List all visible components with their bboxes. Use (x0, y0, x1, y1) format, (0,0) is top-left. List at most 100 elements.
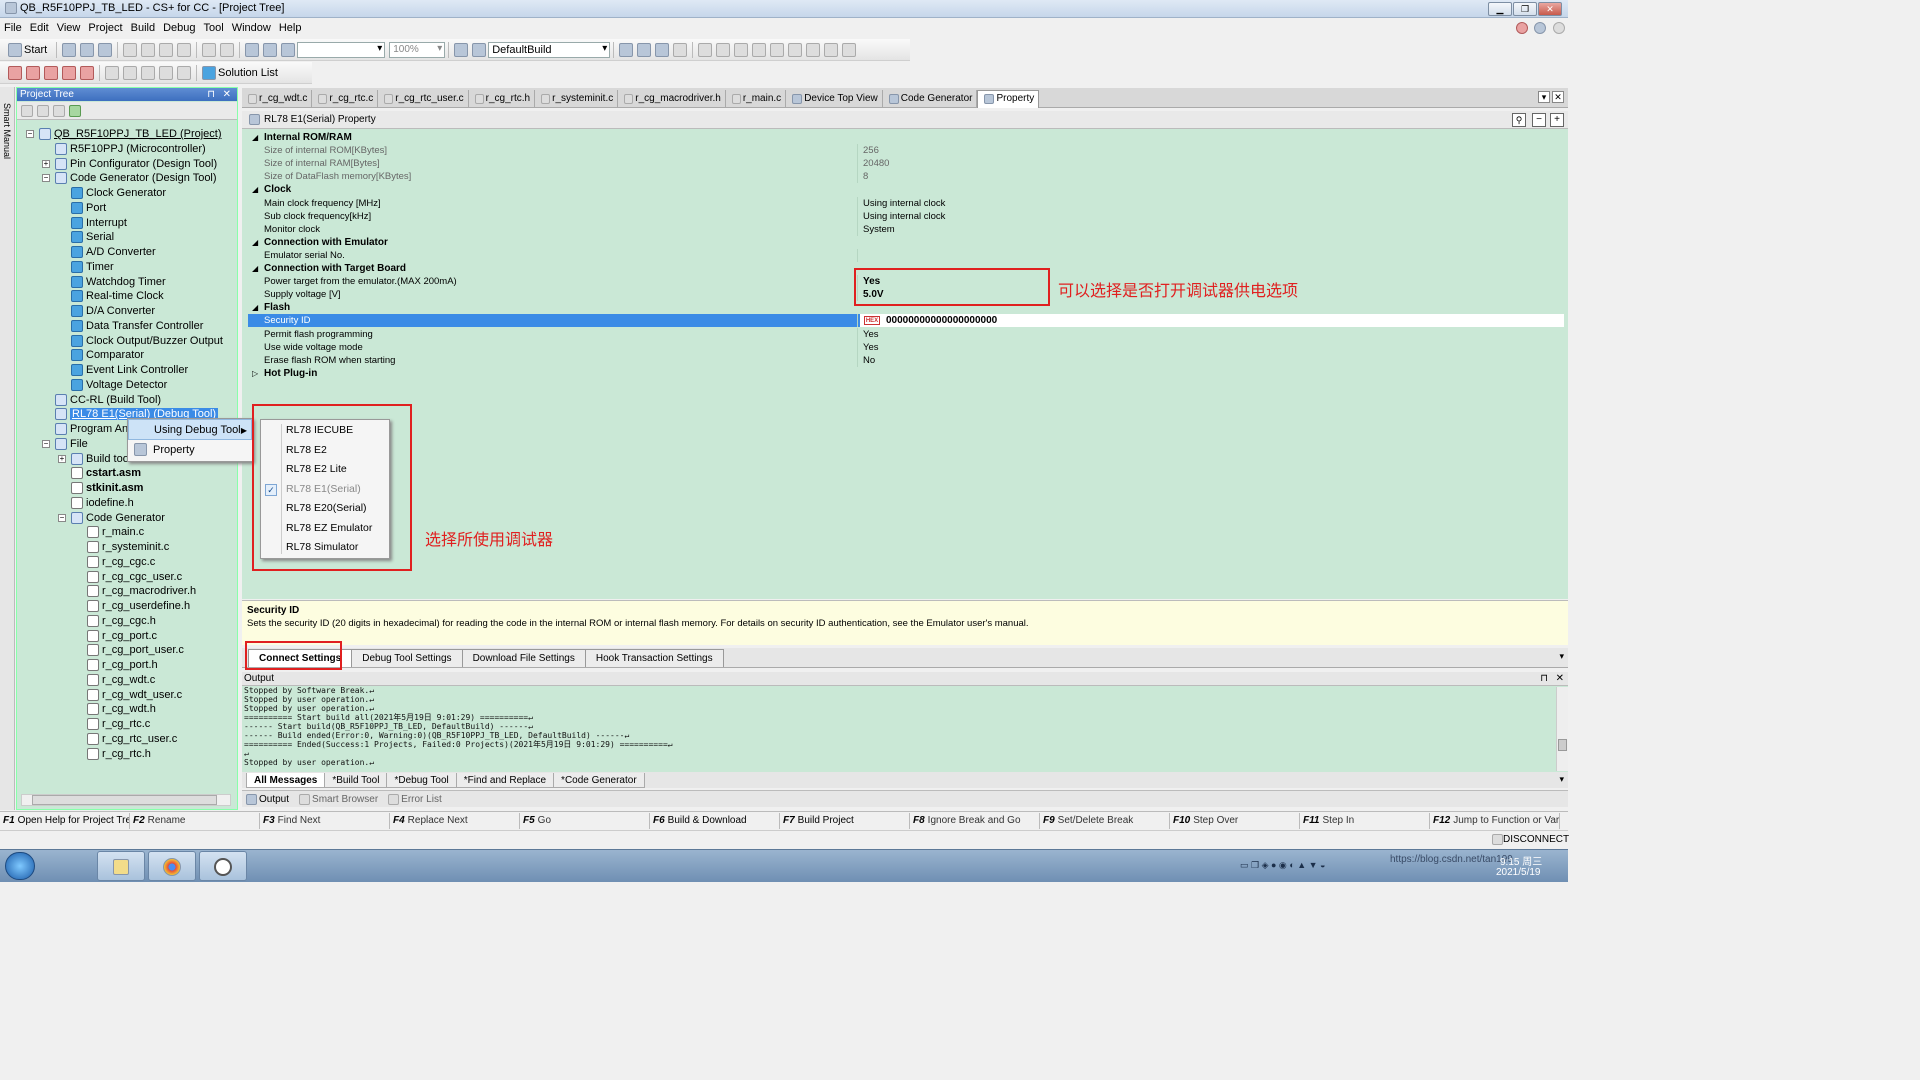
tree-node[interactable]: r_cg_port_user.c (87, 643, 184, 657)
property-row[interactable]: Main clock frequency [MHz] Using internal… (248, 196, 1564, 210)
property-value[interactable]: Yes (863, 341, 879, 354)
notification-icon[interactable] (1516, 22, 1528, 34)
tab-r-systeminit-c[interactable]: r_systeminit.c (535, 89, 619, 108)
tab-r-cg-rtc-c[interactable]: r_cg_rtc.c (312, 89, 379, 108)
cut-icon[interactable] (123, 42, 138, 57)
collapse-all-icon[interactable]: − (1532, 113, 1546, 127)
tree-node[interactable]: stkinit.asm (71, 481, 143, 495)
tree-node[interactable]: r_cg_cgc.h (87, 614, 156, 628)
tree-node[interactable]: Build too (71, 452, 129, 466)
tree-node[interactable]: Event Link Controller (71, 363, 188, 377)
pin-icon[interactable]: ⊓ (207, 88, 215, 101)
return-out-icon[interactable] (788, 42, 803, 57)
disconnect-icon[interactable] (806, 42, 821, 57)
close-panel-icon[interactable]: ✕ (1556, 672, 1564, 686)
function-key-button[interactable]: F12Jump to Function or Varia.. (1430, 812, 1560, 829)
tree-node[interactable]: r_systeminit.c (87, 540, 169, 554)
tree-node[interactable]: r_cg_wdt_user.c (87, 688, 182, 702)
function-key-button[interactable]: F8 Ignore Break and Go (910, 812, 1040, 829)
minimize-button[interactable]: ▁ (1488, 2, 1512, 16)
tray-icons[interactable]: ▭ ❐ ◈ ● ◉ ◐ ▲ ▼ ◒ (1240, 860, 1325, 871)
bookmark-prev-icon[interactable] (26, 65, 40, 80)
tree-node[interactable]: Timer (71, 260, 114, 274)
bookmark-next-icon[interactable] (44, 65, 58, 80)
tab-code-generator[interactable]: Code Generator (883, 89, 978, 108)
function-key-button[interactable]: F6 Build & Download (650, 812, 780, 829)
tree-node[interactable]: r_cg_port.c (87, 629, 157, 643)
tree-node[interactable]: Code Generator (71, 511, 165, 525)
tree-node[interactable]: Watchdog Timer (71, 275, 166, 289)
function-key-button[interactable]: F1 Open Help for Project Tre.. (0, 812, 130, 829)
zoom-combo[interactable]: 100% (389, 41, 446, 58)
tree-expander-icon[interactable]: − (42, 439, 50, 448)
function-key-button[interactable]: F4 Replace Next (390, 812, 520, 829)
tree-node[interactable]: r_cg_wdt.c (87, 673, 155, 687)
tab-download-file-settings[interactable]: Download File Settings (461, 648, 586, 667)
settings-icon[interactable] (1553, 22, 1565, 34)
tree-node[interactable]: Real-time Clock (71, 289, 164, 303)
member-icon[interactable] (53, 104, 65, 117)
menu-view[interactable]: View (57, 19, 81, 38)
search-icon[interactable]: ⚲ (1512, 113, 1526, 127)
tab-list-icon[interactable]: ▾ (1538, 91, 1550, 103)
property-row[interactable]: Use wide voltage mode Yes (248, 340, 1564, 354)
property-value[interactable]: Using internal clock (863, 210, 945, 223)
bookmark-list-icon[interactable] (80, 65, 94, 80)
reset-icon[interactable] (673, 42, 688, 57)
connect-icon[interactable] (824, 42, 839, 57)
tree-node[interactable]: r_cg_cgc.c (87, 555, 155, 569)
layout-icon[interactable] (177, 65, 191, 80)
save-icon[interactable] (80, 42, 95, 57)
clock-date[interactable]: 2021/5/19 (1496, 867, 1541, 878)
function-key-button[interactable]: F5 Go (520, 812, 650, 829)
bookmark-clear-icon[interactable] (62, 65, 76, 80)
tree-node[interactable]: Comparator (71, 348, 144, 362)
step-in-icon[interactable] (752, 42, 767, 57)
tab-r-cg-wdt-c[interactable]: r_cg_wdt.c (242, 89, 313, 108)
property-row[interactable]: Size of internal ROM[KBytes] 256 (248, 144, 1564, 158)
tabs-dropdown-icon[interactable]: ▾ (1559, 651, 1564, 662)
property-category[interactable]: ◢ Clock (248, 183, 1564, 196)
function-key-button[interactable]: F2 Rename (130, 812, 260, 829)
property-value[interactable]: 00000000000000000000 (860, 314, 1564, 328)
search-combo[interactable] (297, 41, 386, 58)
property-icon[interactable] (37, 104, 49, 117)
delete-icon[interactable] (177, 42, 192, 57)
taskbar-chrome-button[interactable] (148, 851, 196, 881)
property-value[interactable]: Using internal clock (863, 197, 945, 210)
menu-window[interactable]: Window (232, 19, 271, 38)
menu-build[interactable]: Build (131, 19, 155, 38)
tree-node[interactable]: Serial (71, 230, 114, 244)
save-all-icon[interactable] (98, 42, 113, 57)
close-panel-icon[interactable]: ✕ (223, 88, 231, 101)
tree-node[interactable]: Code Generator (Design Tool) (55, 171, 217, 185)
menu-tool[interactable]: Tool (204, 19, 224, 38)
tab-property[interactable]: Property (977, 89, 1040, 108)
tab-find-and-replace[interactable]: *Find and Replace (455, 772, 555, 788)
tab-code-generator-output[interactable]: *Code Generator (553, 772, 645, 788)
pin-icon[interactable]: ⊓ (1540, 672, 1548, 686)
tab-smart-browser[interactable]: Smart Browser (312, 794, 378, 805)
property-row[interactable]: Sub clock frequency[kHz] Using internal c… (248, 209, 1564, 223)
solution-list-button[interactable]: Solution List (218, 67, 278, 79)
download-icon[interactable] (655, 42, 670, 57)
tree-horizontal-scrollbar[interactable] (21, 794, 231, 806)
new-file-icon[interactable] (62, 42, 77, 57)
menu-item-using-debug-tool[interactable]: Using Debug Tool ▶ (128, 419, 252, 440)
taskbar-explorer-button[interactable] (97, 851, 145, 881)
solution-list-icon[interactable] (202, 65, 216, 80)
tree-node[interactable]: CC-RL (Build Tool) (55, 393, 161, 407)
collapse-icon[interactable]: ◢ (252, 262, 258, 275)
comment-icon[interactable] (123, 65, 137, 80)
close-button[interactable]: ✕ (1538, 2, 1562, 16)
property-category[interactable]: ▷ Hot Plug-in (248, 367, 1564, 380)
tab-device-top-view[interactable]: Device Top View (786, 89, 883, 108)
property-row[interactable]: Size of DataFlash memory[KBytes] 8 (248, 170, 1564, 184)
tab-hook-transaction-settings[interactable]: Hook Transaction Settings (584, 648, 724, 667)
start-button[interactable]: Start (24, 44, 47, 56)
output-tabs-dropdown-icon[interactable]: ▾ (1559, 774, 1564, 785)
bookmark-icon[interactable] (8, 65, 22, 80)
function-key-button[interactable]: F7 Build Project (780, 812, 910, 829)
find-icon[interactable] (245, 42, 260, 57)
tab-r-cg-macrodriver-h[interactable]: r_cg_macrodriver.h (618, 89, 726, 108)
